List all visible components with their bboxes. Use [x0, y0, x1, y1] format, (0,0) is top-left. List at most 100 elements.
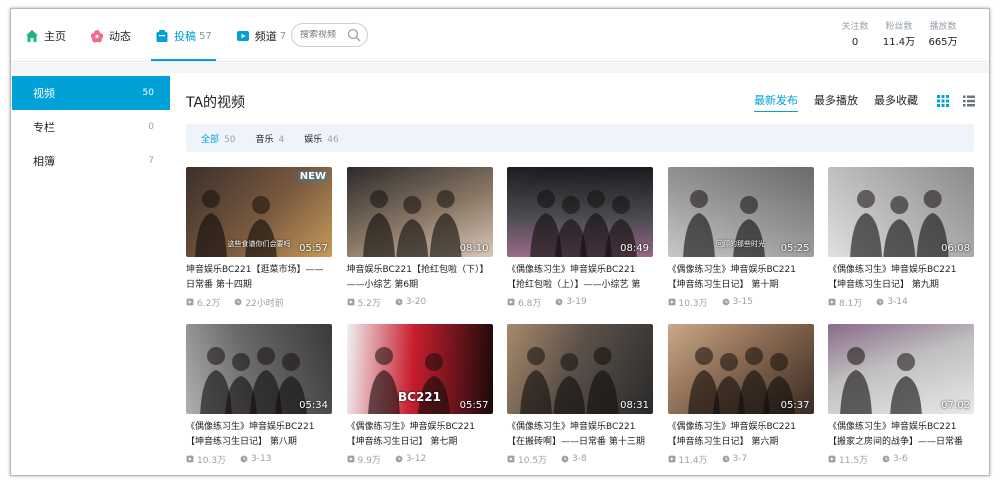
- list-view-icon[interactable]: [962, 94, 976, 108]
- new-badge: NEW: [297, 171, 328, 182]
- divider-band: [11, 63, 989, 73]
- video-meta: 5.2万 3-20: [347, 296, 493, 309]
- video-meta: 6.8万 3-19: [507, 296, 653, 309]
- play-count-icon: [828, 298, 836, 306]
- video-thumbnail[interactable]: 回顾的那些时光 05:25: [667, 167, 814, 257]
- video-meta: 6.2万 22小时前: [186, 296, 332, 309]
- user-stats: 关注数 0 粉丝数 11.4万 播放数 665万: [833, 21, 965, 51]
- upload-time: 3-12: [405, 454, 427, 464]
- upload-time: 22小时前: [245, 298, 284, 309]
- sidebar-item-count: 50: [142, 88, 154, 98]
- nav-tabs: 主页 动态 投稿 57 频道 7: [25, 25, 310, 61]
- filter-option-1[interactable]: 音乐 4: [255, 132, 284, 145]
- video-card[interactable]: 05:37 《偶像练习生》坤音娱乐BC221【坤音练习生日记】 第六期 11.4万 3…: [667, 324, 814, 469]
- play-count: 11.5万: [839, 455, 869, 466]
- filter-option-2[interactable]: 娱乐 46: [304, 132, 338, 145]
- sidebar-item-0[interactable]: 视频 50: [12, 76, 170, 110]
- video-thumbnail[interactable]: 08:49: [507, 167, 653, 257]
- play-count: 10.3万: [197, 455, 227, 466]
- stat-label: 播放数: [929, 22, 957, 32]
- video-title[interactable]: 《偶像练习生》坤音娱乐BC221【坤音练习生日记】 第十期: [668, 263, 814, 293]
- nav-tab-0[interactable]: 主页: [25, 25, 66, 47]
- sidebar-item-1[interactable]: 专栏 0: [12, 110, 170, 144]
- filter-count: 4: [278, 134, 285, 145]
- grid-view-icon[interactable]: [936, 94, 950, 108]
- flower-icon: [90, 30, 104, 43]
- sort-option-0[interactable]: 最新发布: [754, 94, 798, 112]
- video-thumbnail[interactable]: 08:31: [507, 324, 653, 414]
- video-duration: 08:31: [620, 400, 649, 411]
- upload-time: 3-8: [572, 454, 587, 464]
- play-count: 10.3万: [678, 298, 708, 309]
- video-thumbnail[interactable]: 05:34: [186, 324, 332, 414]
- search-icon[interactable]: [347, 28, 361, 42]
- filter-label: 全部: [201, 134, 220, 145]
- video-card[interactable]: 07:02 《偶像练习生》坤音娱乐BC221【搬家之房间的战争】——日常番 11.5…: [828, 324, 974, 469]
- video-card[interactable]: 这些食谱你们会要吗 NEW 05:57 坤音娱乐BC221【逛菜市场】——日常番 第十…: [186, 167, 332, 312]
- video-title[interactable]: 《偶像练习生》坤音娱乐BC221【搬家之房间的战争】——日常番: [828, 420, 974, 450]
- sidebar-item-count: 7: [148, 156, 154, 166]
- video-title[interactable]: 坤音娱乐BC221【抢红包啦（下）】——小综艺 第6期: [347, 263, 493, 293]
- video-duration: 06:08: [941, 243, 970, 254]
- stat-0[interactable]: 关注数 0: [833, 21, 877, 51]
- nav-tab-label: 投稿: [174, 30, 196, 43]
- video-card[interactable]: 08:31 《偶像练习生》坤音娱乐BC221【在搬砖啊】——日常番 第十三期 10.…: [507, 324, 653, 469]
- clock-icon: [722, 298, 729, 306]
- clock-icon: [882, 455, 890, 463]
- nav-tab-2[interactable]: 投稿 57: [151, 25, 216, 61]
- search-input[interactable]: [300, 30, 346, 40]
- video-title[interactable]: 坤音娱乐BC221【逛菜市场】——日常番 第十四期: [186, 263, 332, 293]
- video-title[interactable]: 《偶像练习生》坤音娱乐BC221【抢红包啦（上）】——小综艺 第: [507, 263, 653, 293]
- main-content: TA的视频 最新发布 最多播放 最多收藏 全部 50 音乐 4 娱乐 46 这些食谱你们会要吗…: [186, 76, 976, 475]
- sort-option-1[interactable]: 最多播放: [814, 94, 858, 108]
- stat-2[interactable]: 播放数 665万: [921, 21, 965, 51]
- video-title[interactable]: 《偶像练习生》坤音娱乐BC221【坤音练习生日记】 第六期: [668, 420, 814, 450]
- upload-time: 3-15: [732, 297, 753, 307]
- play-count: 11.4万: [678, 455, 708, 466]
- filter-bar: 全部 50 音乐 4 娱乐 46: [186, 124, 974, 152]
- clock-icon: [722, 455, 729, 463]
- nav-tab-1[interactable]: 动态: [90, 25, 131, 47]
- play-count-icon: [828, 455, 836, 463]
- video-title[interactable]: 《偶像练习生》坤音娱乐BC221【在搬砖啊】——日常番 第十三期: [507, 420, 653, 450]
- video-card[interactable]: 08:10 坤音娱乐BC221【抢红包啦（下）】——小综艺 第6期 5.2万 3-20: [346, 167, 493, 312]
- upload-time: 3-20: [405, 297, 427, 307]
- sort-option-2[interactable]: 最多收藏: [874, 94, 918, 108]
- stat-1[interactable]: 粉丝数 11.4万: [877, 21, 921, 51]
- video-title[interactable]: 《偶像练习生》坤音娱乐BC221【坤音练习生日记】 第九期: [828, 263, 974, 293]
- video-title[interactable]: 《偶像练习生》坤音娱乐BC221【坤音练习生日记】 第八期: [186, 420, 332, 450]
- clock-icon: [561, 455, 569, 463]
- filter-option-0[interactable]: 全部 50: [201, 132, 235, 145]
- video-thumbnail[interactable]: 07:02: [828, 324, 974, 414]
- video-duration: 05:37: [780, 400, 810, 411]
- play-count: 5.2万: [357, 298, 381, 309]
- video-card[interactable]: 06:08 《偶像练习生》坤音娱乐BC221【坤音练习生日记】 第九期 8.1万 3-…: [828, 167, 974, 312]
- video-thumbnail[interactable]: 05:37: [667, 324, 814, 414]
- nav-tab-3[interactable]: 频道 7: [236, 25, 286, 47]
- nav-tab-count: 7: [279, 30, 287, 42]
- play-count-icon: [186, 455, 194, 463]
- video-card[interactable]: 回顾的那些时光 05:25 《偶像练习生》坤音娱乐BC221【坤音练习生日记】 第十…: [667, 167, 814, 312]
- video-card[interactable]: 08:49 《偶像练习生》坤音娱乐BC221【抢红包啦（上）】——小综艺 第 6.8…: [507, 167, 653, 312]
- video-thumbnail[interactable]: BC221 05:57: [346, 324, 493, 414]
- sidebar-item-label: 视频: [33, 87, 55, 100]
- video-card[interactable]: BC221 05:57 《偶像练习生》坤音娱乐BC221【坤音练习生日记】 第七期 9…: [346, 324, 493, 469]
- video-thumbnail[interactable]: 06:08: [828, 167, 974, 257]
- search-box[interactable]: [291, 23, 368, 47]
- stat-label: 粉丝数: [885, 22, 913, 32]
- home-icon: [26, 30, 38, 42]
- video-duration: 08:49: [620, 243, 649, 254]
- video-title[interactable]: 《偶像练习生》坤音娱乐BC221【坤音练习生日记】 第七期: [347, 420, 493, 450]
- sidebar-item-2[interactable]: 相簿 7: [12, 144, 170, 178]
- sidebar: 视频 50 专栏 0 相簿 7: [12, 76, 170, 475]
- video-thumbnail[interactable]: 08:10: [346, 167, 493, 257]
- sort-bar: 最新发布 最多播放 最多收藏: [738, 94, 976, 112]
- video-meta: 11.4万 3-7: [668, 453, 814, 466]
- sidebar-item-label: 相簿: [33, 155, 55, 168]
- video-thumbnail[interactable]: 这些食谱你们会要吗 NEW 05:57: [186, 167, 332, 257]
- video-card[interactable]: 05:34 《偶像练习生》坤音娱乐BC221【坤音练习生日记】 第八期 10.3万 3…: [186, 324, 332, 469]
- page-title: TA的视频: [186, 95, 246, 111]
- play-count-icon: [507, 298, 515, 306]
- stat-label: 关注数: [841, 22, 869, 32]
- nav-tab-label: 动态: [109, 30, 131, 43]
